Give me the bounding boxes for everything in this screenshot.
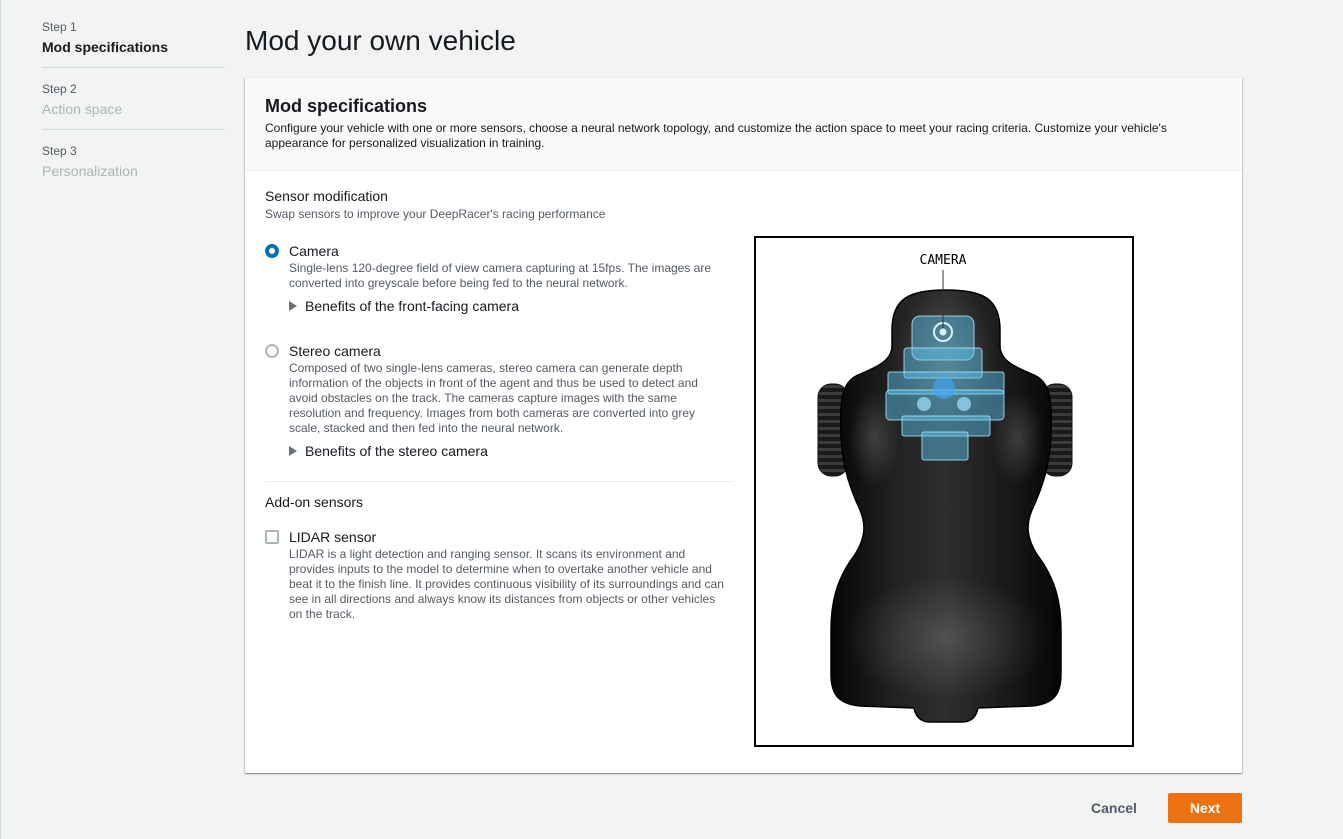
step-number: Step 1: [42, 20, 77, 34]
body-highlight: [841, 576, 1051, 700]
step-label-personalization: Personalization: [42, 163, 138, 179]
vehicle-preview: CAMERA: [754, 236, 1134, 747]
addon-sensors-heading: Add-on sensors: [265, 494, 364, 510]
cancel-button[interactable]: Cancel: [1081, 793, 1147, 823]
card-header: Mod specifications Configure your vehicl…: [245, 78, 1242, 171]
expander-label[interactable]: Benefits of the front-facing camera: [305, 296, 519, 316]
camera-lens-center: [939, 328, 947, 336]
camera-option-description: Single-lens 120-degree field of view cam…: [289, 261, 712, 290]
step-label-mod-specifications[interactable]: Mod specifications: [42, 37, 225, 57]
step-number: Step 3: [42, 144, 77, 158]
camera-benefits-expander[interactable]: Benefits of the front-facing camera: [289, 296, 734, 316]
mod-specifications-card: Mod specifications Configure your vehicl…: [245, 77, 1242, 773]
wizard-step-2: Step 2 Action space: [42, 81, 225, 130]
lidar-option-row[interactable]: LIDAR sensor: [265, 527, 734, 547]
stereo-camera-option-row[interactable]: Stereo camera: [265, 341, 734, 361]
stereo-camera-option: Stereo camera Composed of two single-len…: [265, 341, 734, 461]
step-number: Step 2: [42, 82, 77, 96]
sensor-modification-subheading: Swap sensors to improve your DeepRacer's…: [265, 207, 606, 221]
caret-right-icon: [289, 446, 297, 456]
step-label-action-space: Action space: [42, 101, 123, 117]
section-divider: [265, 481, 734, 482]
camera-callout-label: CAMERA: [919, 253, 967, 268]
wizard-steps-nav: Step 1 Mod specifications Step 2 Action …: [42, 19, 225, 191]
sensor-modification-heading: Sensor modification: [265, 188, 388, 204]
lidar-option-description: LIDAR is a light detection and ranging s…: [289, 547, 724, 621]
page-title: Mod your own vehicle: [245, 25, 516, 56]
sensor-options-column: Sensor modification Swap sensors to impr…: [265, 186, 734, 622]
stereo-camera-option-description: Composed of two single-lens cameras, ste…: [289, 361, 698, 435]
camera-radio[interactable]: [265, 244, 279, 258]
expander-label[interactable]: Benefits of the stereo camera: [305, 441, 488, 461]
camera-option: Camera Single-lens 120-degree field of v…: [265, 241, 734, 316]
camera-motor: [957, 397, 971, 411]
vehicle-illustration: [817, 270, 1073, 723]
camera-motor: [917, 397, 931, 411]
lidar-option: LIDAR sensor LIDAR is a light detection …: [265, 527, 734, 622]
camera-core: [933, 377, 955, 399]
wizard-step-1: Step 1 Mod specifications: [42, 19, 225, 68]
lidar-checkbox[interactable]: [265, 530, 279, 544]
wizard-step-3: Step 3 Personalization: [42, 143, 225, 191]
card-title: Mod specifications: [265, 96, 428, 116]
lidar-option-label[interactable]: LIDAR sensor: [289, 527, 376, 547]
camera-option-label[interactable]: Camera: [289, 241, 339, 261]
stereo-camera-radio[interactable]: [265, 344, 279, 358]
stereo-camera-option-label[interactable]: Stereo camera: [289, 341, 381, 361]
next-button[interactable]: Next: [1168, 793, 1242, 823]
card-description: Configure your vehicle with one or more …: [265, 121, 1167, 150]
camera-option-row[interactable]: Camera: [265, 241, 734, 261]
caret-right-icon: [289, 301, 297, 311]
stereo-camera-benefits-expander[interactable]: Benefits of the stereo camera: [289, 441, 734, 461]
